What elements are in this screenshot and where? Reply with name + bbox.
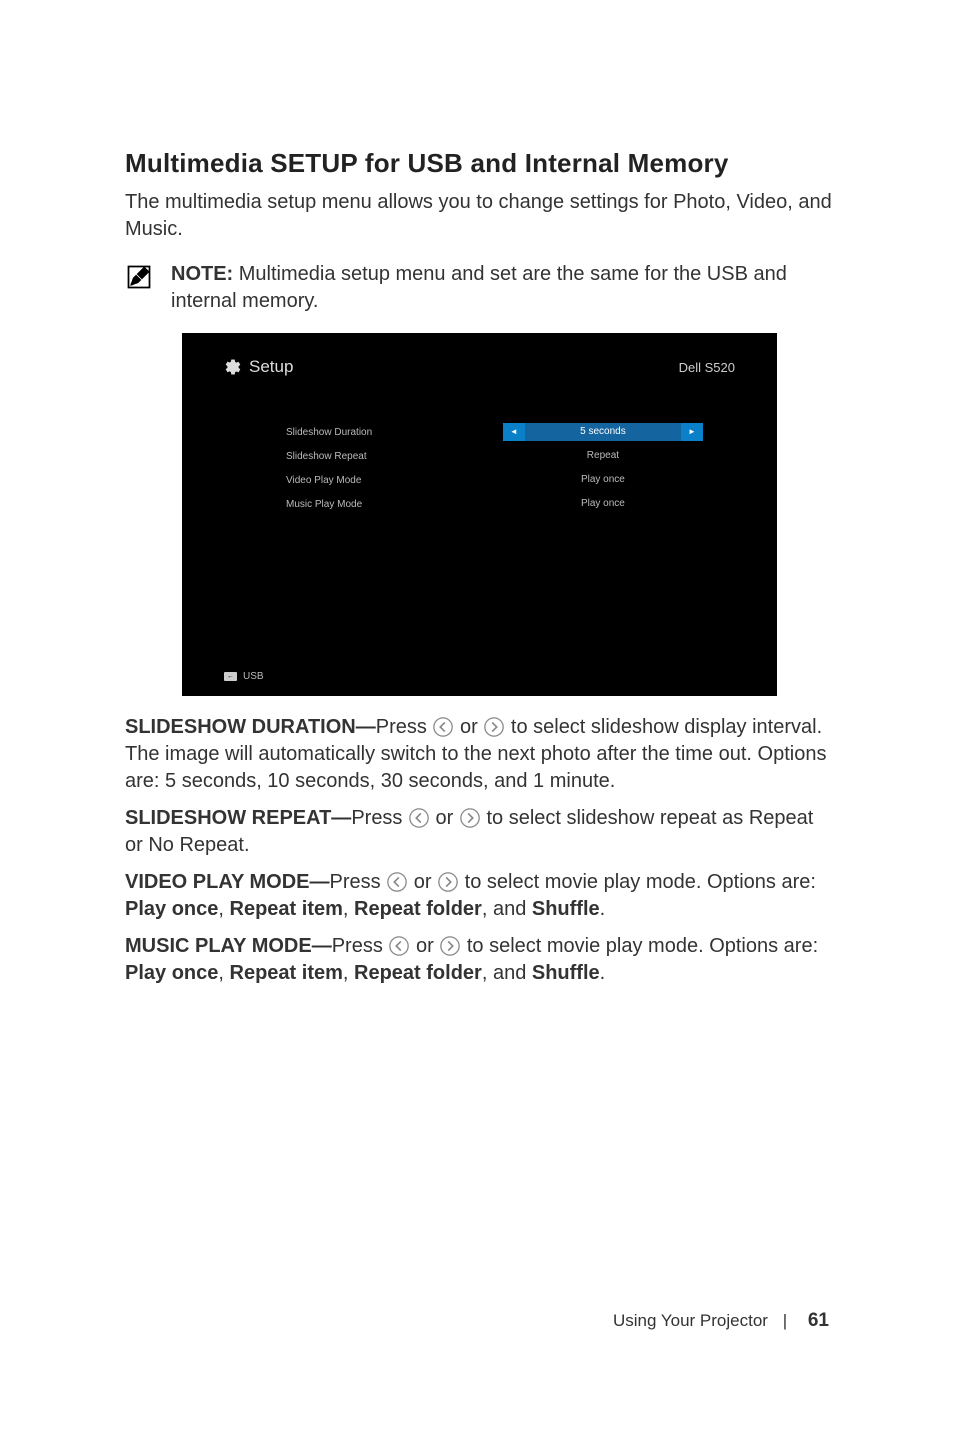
menu-row-slideshow-duration[interactable]: Slideshow Duration ◄ 5 seconds ► [286,423,703,441]
note-text: NOTE: Multimedia setup menu and set are … [171,261,834,315]
menu-value-text: 5 seconds [580,423,626,441]
menu-row-video-play-mode[interactable]: Video Play Mode Play once [286,471,703,489]
opt: Play once [125,962,218,984]
menu-label: Slideshow Repeat [286,451,503,462]
para-music-play-mode: MUSIC PLAY MODE—Press or to select movie… [125,933,834,987]
menu-value: Repeat [503,447,703,465]
gear-icon [224,358,242,376]
menu-value: Play once [503,495,703,513]
page-footer: Using Your Projector | 61 [613,1310,829,1332]
join: , [343,962,354,984]
para-before: Press [351,807,408,829]
join: , [218,962,229,984]
button-left-icon [388,935,410,957]
menu-value[interactable]: ◄ 5 seconds ► [503,423,703,441]
button-left-icon [386,871,408,893]
para-lead: SLIDESHOW REPEAT— [125,807,351,829]
footer-section: Using Your Projector [613,1311,768,1330]
note-block: NOTE: Multimedia setup menu and set are … [125,261,834,315]
menu-label: Slideshow Duration [286,427,503,438]
opt: Shuffle [532,898,600,920]
para-slideshow-repeat: SLIDESHOW REPEAT—Press or to select slid… [125,805,834,859]
join: , and [482,898,532,920]
menu-row-slideshow-repeat[interactable]: Slideshow Repeat Repeat [286,447,703,465]
button-right-icon [437,871,459,893]
intro-paragraph: The multimedia setup menu allows you to … [125,189,834,243]
para-before: Press [332,935,389,957]
source-footer: ← USB [206,671,753,690]
para-mid: or [410,935,439,957]
button-right-icon [439,935,461,957]
para-before: Press [376,716,433,738]
button-left-icon [432,716,454,738]
para-video-play-mode: VIDEO PLAY MODE—Press or to select movie… [125,869,834,923]
para-mid: or [454,716,483,738]
embedded-screenshot: Setup Dell S520 Slideshow Duration ◄ 5 s… [182,333,777,696]
brand-label: Dell S520 [679,360,735,375]
para-lead: MUSIC PLAY MODE— [125,935,332,957]
opt: Repeat item [230,962,343,984]
join: , [218,898,229,920]
button-right-icon [483,716,505,738]
button-left-icon [408,807,430,829]
page-heading: Multimedia SETUP for USB and Internal Me… [125,148,834,179]
note-pencil-icon [125,263,153,291]
note-label: NOTE: [171,263,233,285]
menu-row-music-play-mode[interactable]: Music Play Mode Play once [286,495,703,513]
para-before: Press [330,871,387,893]
arrow-left-icon[interactable]: ◄ [503,423,525,441]
note-body: Multimedia setup menu and set are the sa… [171,263,787,312]
para-mid: or [408,871,437,893]
menu-label: Music Play Mode [286,499,503,510]
screen-title: Setup [249,357,293,377]
footer-separator: | [783,1311,787,1330]
menu-value: Play once [503,471,703,489]
para-mid: or [430,807,459,829]
opt: Repeat folder [354,898,482,920]
para-lead: SLIDESHOW DURATION— [125,716,376,738]
opt: Repeat item [230,898,343,920]
arrow-right-icon[interactable]: ► [681,423,703,441]
opt: Repeat folder [354,962,482,984]
opt: Play once [125,898,218,920]
menu-rows: Slideshow Duration ◄ 5 seconds ► Slidesh… [206,423,753,671]
page-number: 61 [808,1310,829,1331]
source-label: USB [243,671,264,682]
para-after: to select movie play mode. Options are: [461,935,818,957]
join: , [343,898,354,920]
usb-source-icon: ← [224,672,237,681]
opt: Shuffle [532,962,600,984]
para-slideshow-duration: SLIDESHOW DURATION—Press or to select sl… [125,714,834,795]
button-right-icon [459,807,481,829]
join: , and [482,962,532,984]
para-after: to select movie play mode. Options are: [459,871,816,893]
join: . [600,962,606,984]
menu-label: Video Play Mode [286,475,503,486]
join: . [600,898,606,920]
para-lead: VIDEO PLAY MODE— [125,871,330,893]
